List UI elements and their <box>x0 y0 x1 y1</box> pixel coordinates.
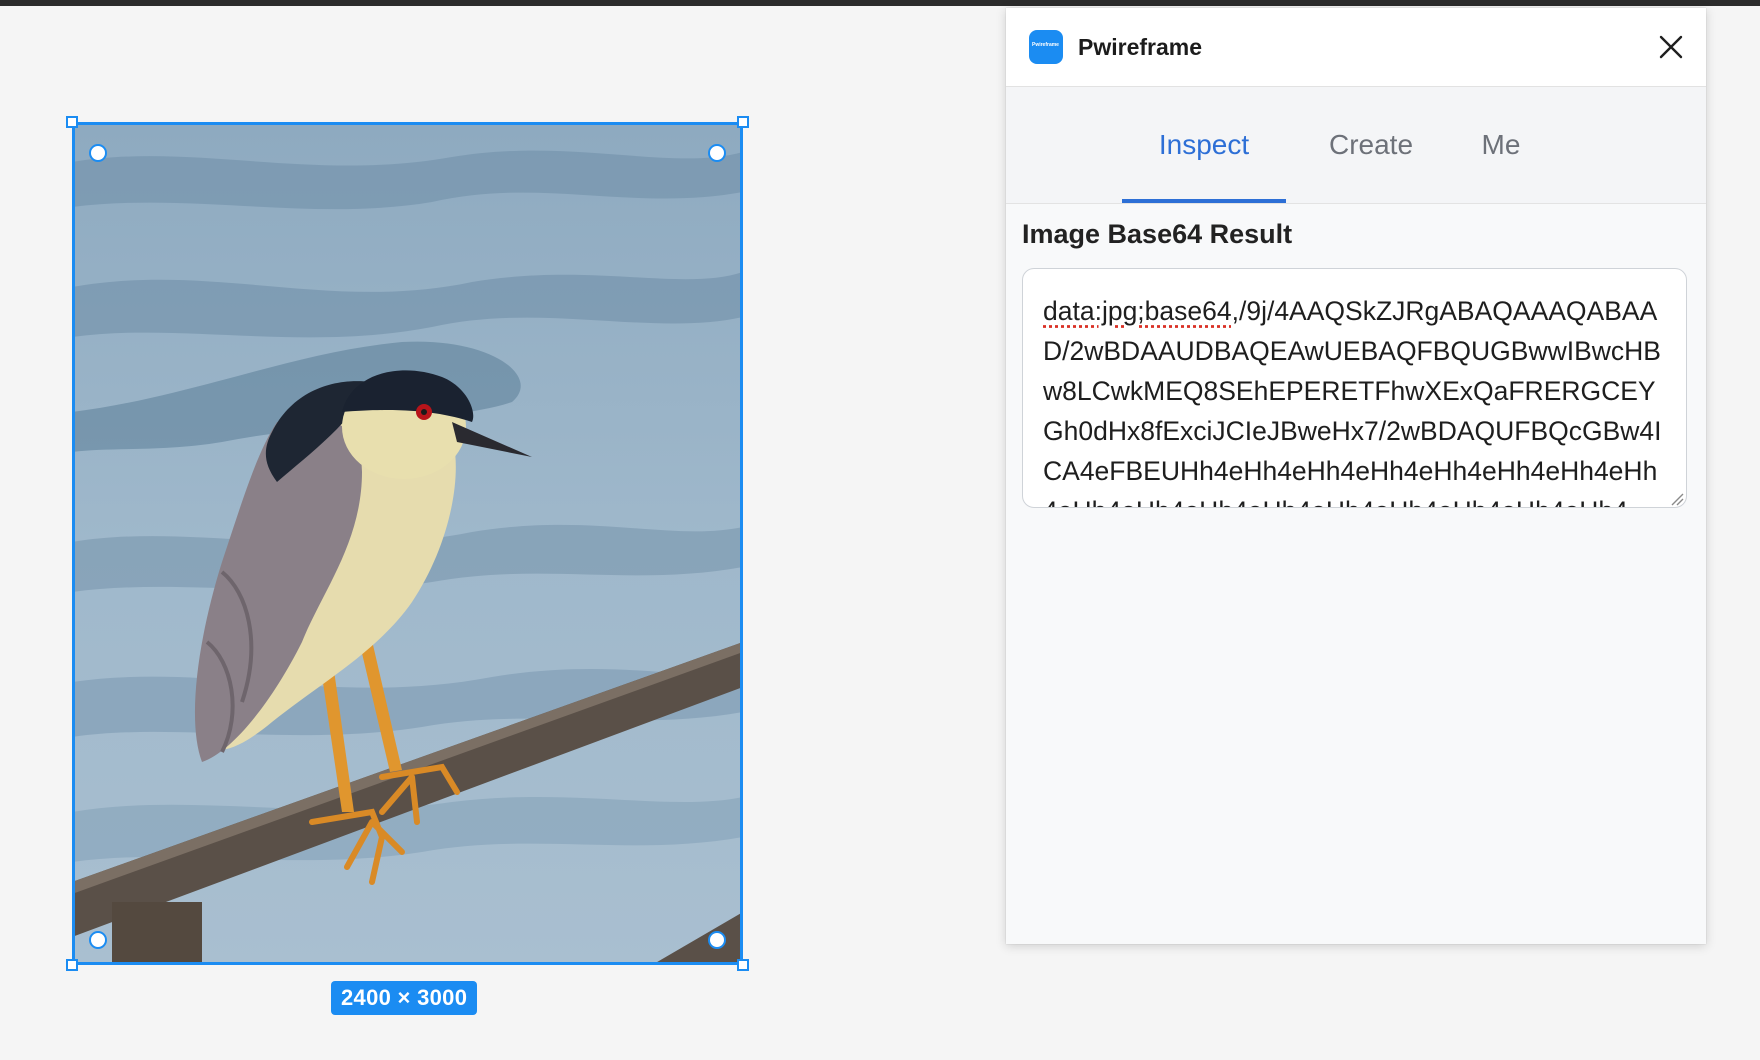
tab-bar: Inspect Create Me <box>1006 87 1706 204</box>
dimensions-badge: 2400 × 3000 <box>331 981 478 1015</box>
corner-radius-handle-bottom-right[interactable] <box>708 931 726 949</box>
app-logo-text: Pwireframe <box>1032 42 1059 48</box>
tab-inspect[interactable]: Inspect <box>1122 87 1286 203</box>
corner-radius-handle-bottom-left[interactable] <box>89 931 107 949</box>
bird-photo <box>72 122 743 965</box>
section-title: Image Base64 Result <box>1022 219 1293 249</box>
tab-create[interactable]: Create <box>1311 87 1431 203</box>
resize-handle-top-left[interactable] <box>66 116 78 128</box>
result-value: ,/9j/4AAQSkZJRgABAQAAAQABAAD/2wBDAAUDBAQ… <box>1043 296 1662 507</box>
tab-me[interactable]: Me <box>1461 87 1541 203</box>
base64-result-textarea[interactable]: data:jpg;base64,/9j/4AAQSkZJRgABAQAAAQAB… <box>1022 268 1687 508</box>
resize-handle-top-right[interactable] <box>737 116 749 128</box>
close-button[interactable] <box>1654 30 1688 64</box>
corner-radius-handle-top-left[interactable] <box>89 144 107 162</box>
close-icon <box>1659 35 1683 59</box>
resize-handle-bottom-left[interactable] <box>66 959 78 971</box>
corner-radius-handle-top-right[interactable] <box>708 144 726 162</box>
panel-header: Pwireframe Pwireframe <box>1006 8 1706 87</box>
resize-handle-bottom-right[interactable] <box>737 959 749 971</box>
app-title: Pwireframe <box>1078 34 1203 60</box>
plugin-panel: Pwireframe Pwireframe Inspect Create Me … <box>1006 8 1706 944</box>
active-tab-indicator <box>1122 199 1286 203</box>
app-logo-icon: Pwireframe <box>1029 30 1063 64</box>
result-prefix: data:jpg;base64 <box>1043 296 1232 326</box>
selected-image[interactable] <box>72 122 743 965</box>
textarea-resize-grip-icon[interactable] <box>1670 492 1684 506</box>
